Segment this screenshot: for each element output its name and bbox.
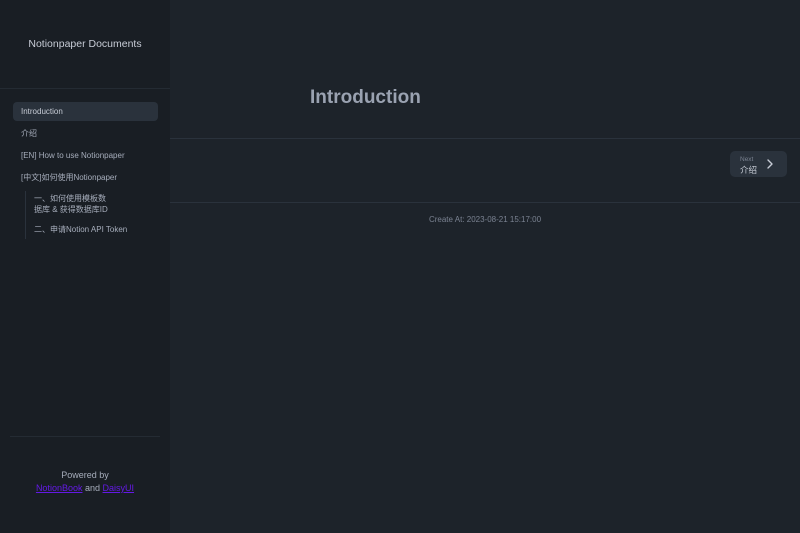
next-page-title: 介绍: [740, 164, 758, 175]
sidebar-footer-divider: [10, 436, 160, 437]
sidebar-subitem-template-database[interactable]: 一、如何使用模板数 据库 & 获得数据库ID: [26, 191, 158, 218]
sidebar-item-introduction[interactable]: Introduction: [13, 102, 158, 121]
sidebar-divider: [0, 88, 170, 89]
next-page-button[interactable]: Next 介绍: [730, 151, 787, 177]
sidebar-item-how-to-use-en[interactable]: [EN] How to use Notionpaper: [13, 147, 158, 166]
title-divider: [170, 138, 800, 139]
sidebar-subitem-api-token[interactable]: 二、申请Notion API Token: [26, 222, 158, 239]
sidebar-item-how-to-use-cn[interactable]: [中文]如何使用Notionpaper: [13, 169, 158, 188]
subitem-label-line1: 一、如何使用模板数: [34, 194, 106, 204]
sidebar-subnav: 一、如何使用模板数 据库 & 获得数据库ID 二、申请Notion API To…: [25, 191, 158, 239]
sidebar-item-intro-cn[interactable]: 介绍: [13, 124, 158, 143]
sidebar-nav: Introduction 介绍 [EN] How to use Notionpa…: [13, 102, 158, 243]
created-at: Create At: 2023-08-21 15:17:00: [428, 215, 542, 224]
next-label: Next: [740, 156, 754, 163]
and-text: and: [84, 483, 101, 493]
app-window: Notionpaper Documents Introduction 介绍 [E…: [0, 0, 800, 533]
brand-title[interactable]: Notionpaper Documents: [0, 38, 170, 50]
notionbook-link[interactable]: NotionBook: [36, 483, 83, 493]
nav-divider: [170, 202, 800, 203]
powered-by-text: Powered by: [61, 470, 109, 480]
subitem-label-line2: 据库 & 获得数据库ID: [34, 204, 108, 214]
page-title: Introduction: [310, 87, 421, 108]
main-content: Introduction Next 介绍 Create At: 2023-08-…: [170, 0, 800, 533]
sidebar: Notionpaper Documents Introduction 介绍 [E…: [0, 0, 170, 533]
powered-by-footer: Powered by NotionBook and DaisyUI: [0, 469, 170, 495]
daisyui-link[interactable]: DaisyUI: [103, 483, 135, 493]
chevron-right-icon: [767, 159, 773, 169]
